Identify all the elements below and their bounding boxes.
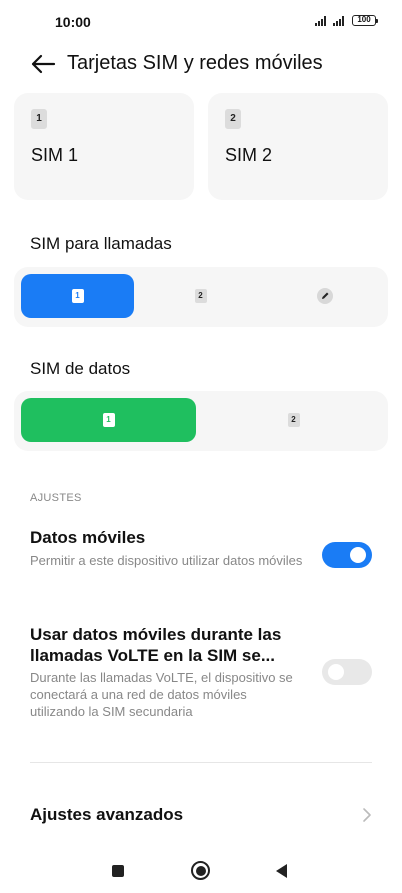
status-bar: 10:00 100 xyxy=(0,0,402,44)
data-option-sim-1[interactable]: 1 xyxy=(21,398,196,442)
sim-card-1[interactable]: 1 SIM 1 xyxy=(14,93,194,200)
page-title: Tarjetas SIM y redes móviles xyxy=(67,52,323,74)
calls-section-title: SIM para llamadas xyxy=(30,234,172,253)
back-icon[interactable] xyxy=(276,864,287,878)
sim-2-badge: 2 xyxy=(225,109,241,129)
sim-1-badge: 1 xyxy=(31,109,47,129)
volte-data-toggle[interactable] xyxy=(322,659,372,685)
calls-option-ask[interactable] xyxy=(268,274,381,318)
data-sim-selector: 1 2 xyxy=(14,391,388,451)
sim-2-icon: 2 xyxy=(287,413,300,427)
volte-data-title: Usar datos móviles durante las llamadas … xyxy=(30,625,282,665)
pencil-icon xyxy=(316,288,333,304)
back-arrow-icon[interactable] xyxy=(30,52,56,76)
data-option-sim-2[interactable]: 2 xyxy=(206,398,381,442)
advanced-settings-row[interactable]: Ajustes avanzados xyxy=(0,795,402,835)
battery-icon: 100 xyxy=(352,15,378,26)
advanced-settings-title: Ajustes avanzados xyxy=(30,805,184,824)
recent-apps-icon[interactable] xyxy=(112,865,124,877)
calls-option-sim-1[interactable]: 1 xyxy=(21,274,134,318)
chevron-right-icon xyxy=(363,808,371,822)
navigation-bar xyxy=(0,845,402,893)
sim-2-name: SIM 2 xyxy=(225,145,273,165)
volte-data-description: Durante las llamadas VoLTE, el dispositi… xyxy=(30,670,293,719)
signal-icon xyxy=(333,15,344,26)
sim-2-icon: 2 xyxy=(194,289,207,303)
divider xyxy=(30,762,372,763)
mobile-data-title: Datos móviles xyxy=(30,528,146,547)
signal-icon xyxy=(315,15,326,26)
home-icon[interactable] xyxy=(191,861,210,880)
mobile-data-description: Permitir a este dispositivo utilizar dat… xyxy=(30,553,303,568)
data-section-title: SIM de datos xyxy=(30,359,131,378)
calls-sim-selector: 1 2 xyxy=(14,267,388,327)
status-time: 10:00 xyxy=(55,14,91,30)
app-header: Tarjetas SIM y redes móviles xyxy=(0,44,402,84)
calls-option-sim-2[interactable]: 2 xyxy=(144,274,257,318)
status-icons: 100 xyxy=(315,15,378,26)
mobile-data-toggle[interactable] xyxy=(322,542,372,568)
sim-card-2[interactable]: 2 SIM 2 xyxy=(208,93,388,200)
sim-1-name: SIM 1 xyxy=(31,145,79,165)
sim-1-icon: 1 xyxy=(71,289,84,303)
sim-1-icon: 1 xyxy=(102,413,115,427)
settings-group-label: AJUSTES xyxy=(30,492,82,504)
